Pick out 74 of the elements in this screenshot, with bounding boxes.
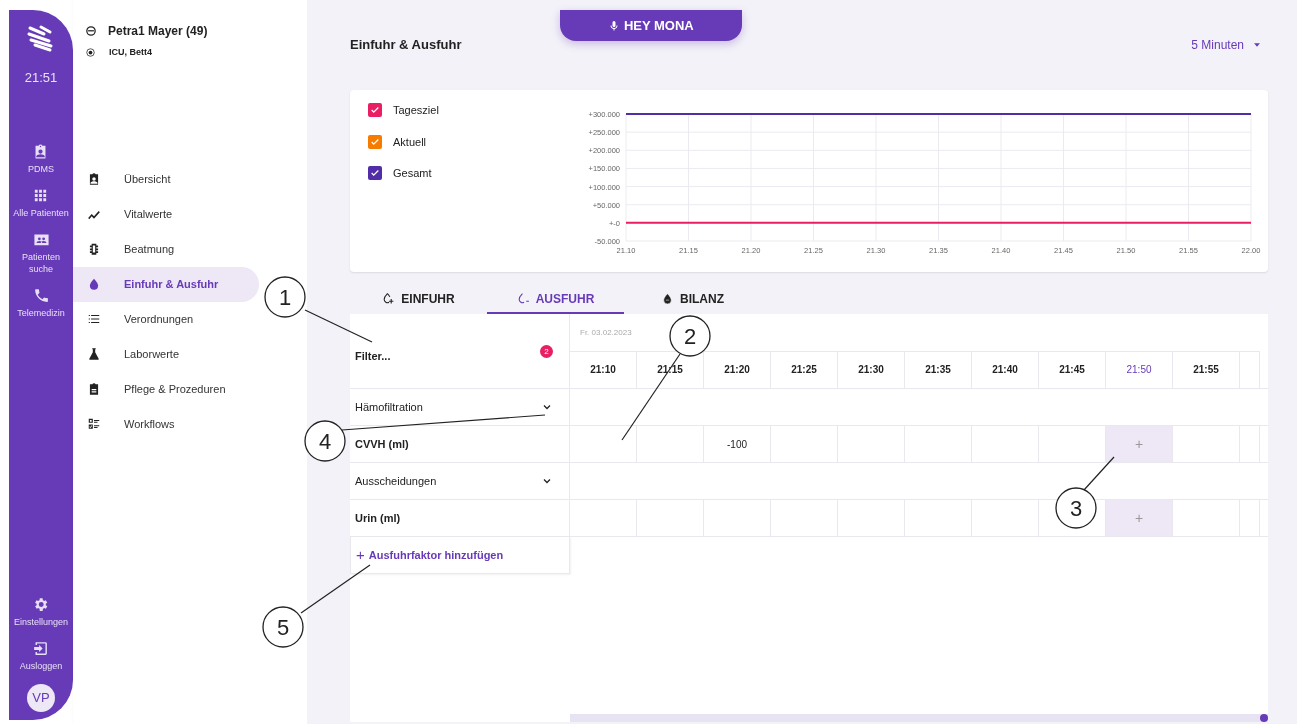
legend-checkbox[interactable]: [368, 103, 382, 118]
legend-label: Aktuell: [393, 134, 427, 150]
logout-icon: [32, 639, 50, 657]
column-header: 21:40: [972, 351, 1039, 388]
add-factor-button[interactable]: + Ausfuhrfaktor hinzufügen: [350, 537, 570, 574]
interval-dropdown[interactable]: 5 Minuten: [1185, 35, 1268, 55]
nav-item[interactable]: Übersicht: [73, 161, 259, 197]
rail-item[interactable]: Einstellungen: [13, 615, 68, 628]
person-icon: [86, 26, 96, 36]
nav-item[interactable]: Pflege & Prozeduren: [73, 371, 259, 407]
voice-button[interactable]: HEY MONA: [560, 10, 742, 41]
check-icon: [370, 105, 380, 116]
callout-marker: 1: [264, 276, 306, 318]
clock-time: 21:51: [24, 69, 58, 87]
tab[interactable]: EINFUHR: [350, 285, 487, 314]
user-avatar[interactable]: VP: [27, 684, 55, 712]
filter-label[interactable]: Filter...: [355, 348, 391, 365]
drop-minus-icon: [516, 292, 530, 305]
column-header: 21:30: [838, 351, 905, 388]
column-header: 21:10: [570, 351, 637, 388]
row-label: CVVH (ml): [355, 436, 409, 452]
flask-icon: [87, 347, 101, 361]
nav-item[interactable]: Workflows: [73, 406, 259, 442]
legend-label: Tagesziel: [393, 103, 439, 118]
location-icon: [86, 48, 95, 58]
group-label: Hämofiltration: [355, 399, 423, 415]
callout-marker: 5: [262, 606, 304, 648]
column-header: 21:50: [1106, 351, 1173, 388]
rail-item[interactable]: Alle Patienten: [13, 206, 69, 219]
nav-item[interactable]: Verordnungen: [73, 301, 259, 337]
rail-item[interactable]: Patienten suche: [10, 250, 72, 276]
settings-icon: [32, 595, 50, 613]
drop-icon: [87, 277, 101, 291]
column-header: 21:25: [771, 351, 838, 388]
nav-item[interactable]: Beatmung: [73, 231, 259, 267]
nav-item[interactable]: Einfuhr & Ausfuhr: [73, 266, 259, 302]
callout-marker: 3: [1055, 487, 1097, 529]
clipboard-person-icon: [87, 172, 101, 186]
patient-location: ICU, Bett4: [109, 46, 152, 59]
drop-icon: [661, 292, 674, 305]
legend-checkbox[interactable]: [368, 166, 382, 181]
legend-checkbox[interactable]: [368, 134, 382, 149]
check-icon: [370, 136, 380, 147]
filter-count-badge: 2: [540, 345, 553, 358]
rail-item[interactable]: PDMS: [28, 162, 54, 175]
group-label: Ausscheidungen: [355, 473, 437, 489]
page-title: Einfuhr & Ausfuhr: [350, 36, 462, 55]
nav-item[interactable]: Laborwerte: [73, 336, 259, 372]
checklist-icon: [87, 417, 101, 431]
patient-name: Petra1 Mayer (49): [108, 23, 208, 40]
tab[interactable]: BILANZ: [624, 285, 761, 314]
date-label: Fr. 03.02.2023: [580, 328, 632, 337]
legend-label: Gesamt: [393, 166, 432, 181]
lungs-icon: [87, 242, 101, 256]
nav-item[interactable]: Vitalwerte: [73, 196, 259, 232]
column-header: 21:35: [905, 351, 972, 388]
column-header: 21:55: [1173, 351, 1240, 388]
list-icon: [87, 312, 101, 326]
column-header: 21:20: [704, 351, 771, 388]
scrollbar[interactable]: [570, 714, 1268, 722]
drop-plus-icon: [382, 292, 396, 305]
phone-icon: [32, 287, 50, 305]
leader-line: [304, 309, 373, 343]
leader-line: [1083, 456, 1115, 491]
clipboard-icon: [87, 382, 101, 396]
row-label: Urin (ml): [355, 510, 401, 526]
check-icon: [370, 168, 380, 179]
rail-item[interactable]: Ausloggen: [19, 659, 63, 672]
column-header: 21:45: [1039, 351, 1106, 388]
callout-marker: 2: [669, 315, 711, 357]
rail-item[interactable]: Telemedizin: [17, 307, 65, 320]
leader-line: [300, 564, 371, 614]
callout-marker: 4: [304, 420, 346, 462]
table-cell: -100: [704, 426, 771, 462]
